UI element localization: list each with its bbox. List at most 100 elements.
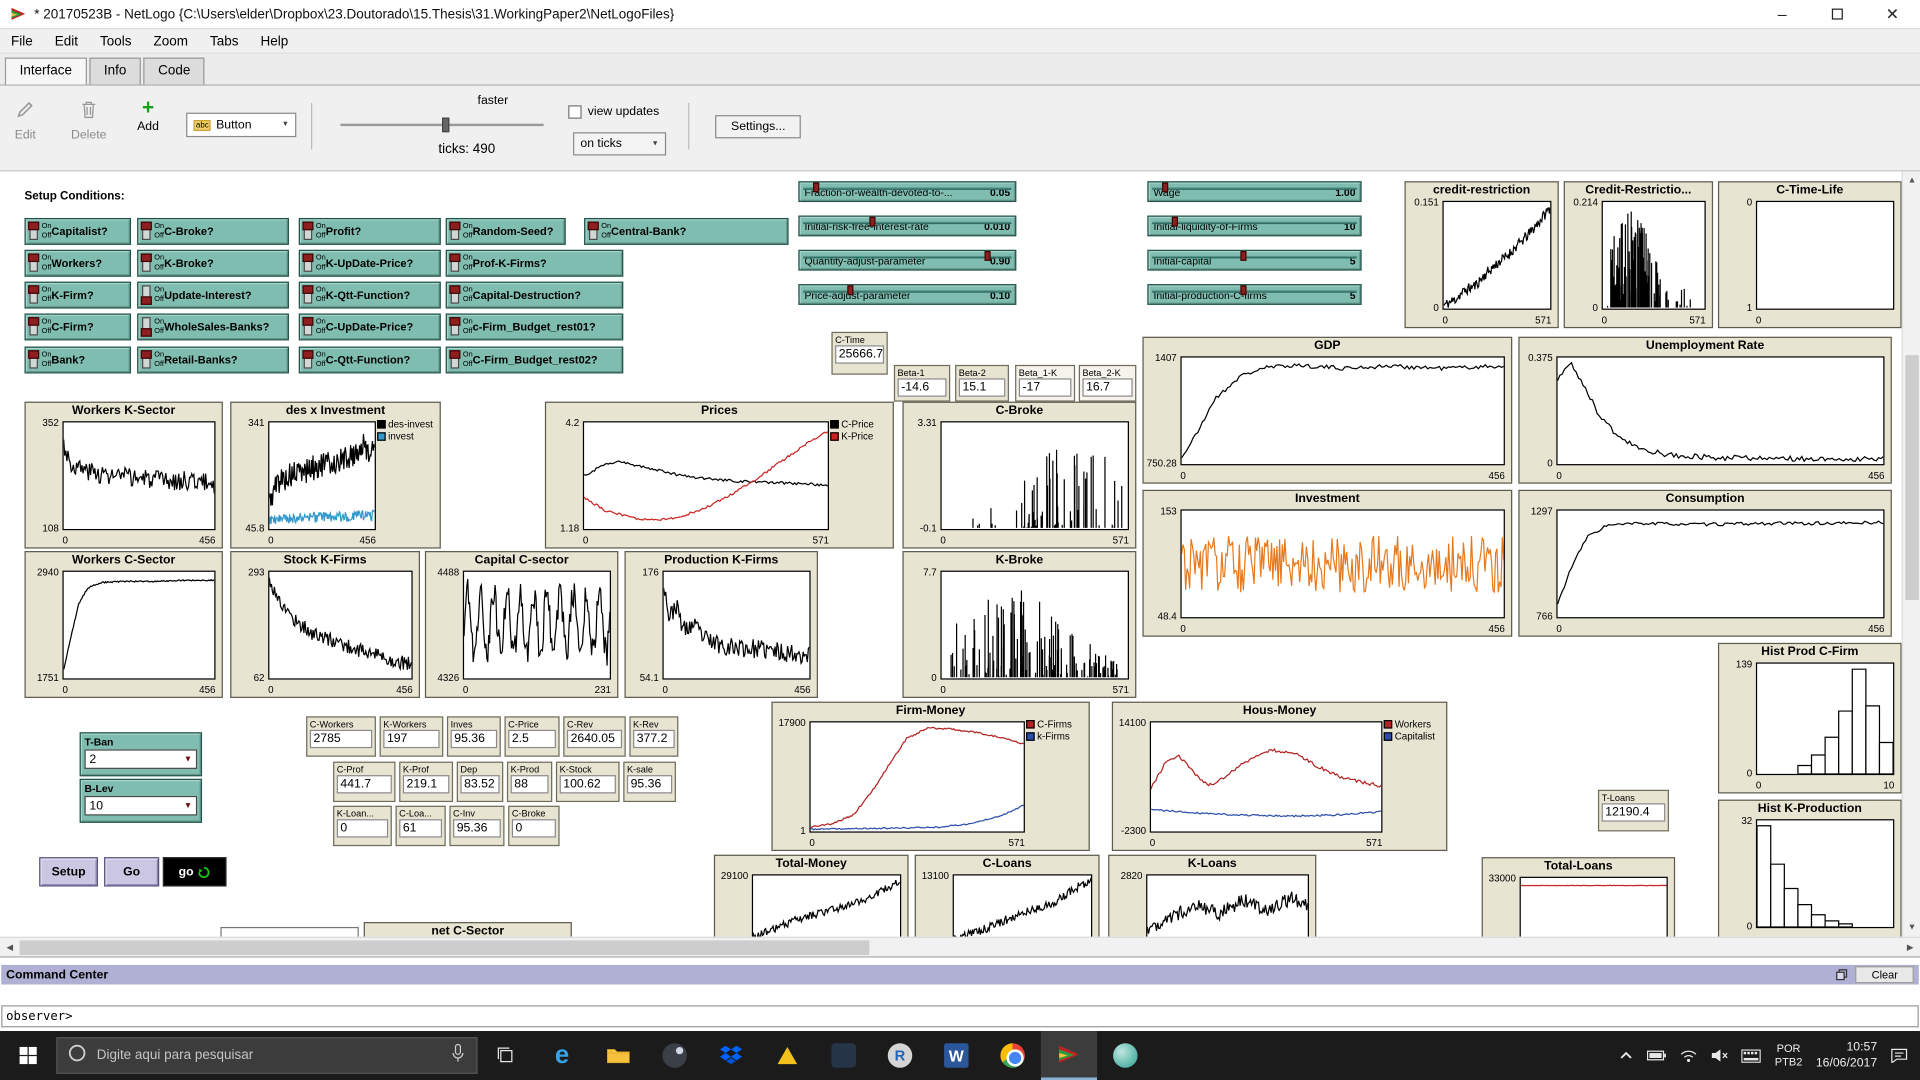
switch-toggle[interactable]: On Off bbox=[302, 316, 326, 338]
chrome-icon[interactable] bbox=[984, 1031, 1040, 1080]
switch-handle[interactable] bbox=[302, 221, 314, 231]
search-input[interactable] bbox=[96, 1048, 440, 1063]
slider-padj[interactable]: Price-adjust-parameter 0.10 bbox=[798, 284, 1017, 305]
switch-handle[interactable] bbox=[587, 221, 599, 231]
switch-profk[interactable]: On Off Prof-K-Firms? bbox=[445, 249, 624, 277]
slider-handle[interactable] bbox=[813, 182, 820, 193]
hidden-icons-chevron[interactable] bbox=[1619, 1048, 1634, 1063]
slider-wage[interactable]: Wage1.00 bbox=[1147, 181, 1362, 203]
switch-capdes[interactable]: On Off Capital-Destruction? bbox=[445, 281, 624, 309]
switch-cqtt[interactable]: On Off C-Qtt-Function? bbox=[298, 346, 441, 374]
menu-tabs[interactable]: Tabs bbox=[199, 31, 250, 51]
slider-handle[interactable] bbox=[1171, 216, 1179, 227]
switch-handle[interactable] bbox=[28, 285, 40, 294]
yellow-app-icon[interactable] bbox=[759, 1031, 815, 1080]
tab-code[interactable]: Code bbox=[143, 57, 206, 85]
menu-tools[interactable]: Tools bbox=[89, 31, 142, 51]
slider-handle[interactable] bbox=[1240, 285, 1248, 296]
language-indicator[interactable]: POR PTB2 bbox=[1775, 1042, 1803, 1070]
switch-handle[interactable] bbox=[449, 350, 461, 359]
switch-updint[interactable]: On Off Update-Interest? bbox=[137, 281, 289, 309]
switch-whole[interactable]: On Off WholeSales-Banks? bbox=[137, 313, 289, 341]
switch-handle[interactable] bbox=[302, 317, 314, 326]
switch-toggle[interactable]: On Off bbox=[449, 316, 473, 338]
switch-handle[interactable] bbox=[140, 253, 152, 263]
start-button[interactable] bbox=[0, 1031, 56, 1080]
slider-risk[interactable]: Initial-risk-free-interest-rate 0.010 bbox=[798, 215, 1017, 237]
close-button[interactable]: ✕ bbox=[1865, 0, 1920, 28]
switch-handle[interactable] bbox=[449, 317, 461, 326]
taskbar-search[interactable] bbox=[56, 1037, 478, 1074]
word-icon[interactable]: W bbox=[928, 1031, 984, 1080]
menu-edit[interactable]: Edit bbox=[44, 31, 89, 51]
maximize-button[interactable] bbox=[1810, 0, 1865, 28]
switch-kbroke[interactable]: On Off K-Broke? bbox=[137, 249, 289, 277]
switch-toggle[interactable]: On Off bbox=[302, 220, 326, 242]
switch-toggle[interactable]: On Off bbox=[140, 349, 164, 371]
export-icon[interactable] bbox=[1836, 969, 1848, 981]
clear-button[interactable]: Clear bbox=[1855, 966, 1914, 984]
button-gof[interactable]: go bbox=[162, 857, 227, 887]
switch-toggle[interactable]: On Off bbox=[302, 349, 326, 371]
switch-retail[interactable]: On Off Retail-Banks? bbox=[137, 346, 289, 374]
slider-handle[interactable] bbox=[1240, 251, 1248, 261]
switch-toggle[interactable]: On Off bbox=[449, 349, 473, 371]
button-go[interactable]: Go bbox=[104, 857, 160, 887]
switch-profit[interactable]: On Off Profit? bbox=[298, 217, 441, 245]
horizontal-scrollbar[interactable]: ◀ ▶ bbox=[0, 936, 1920, 958]
delete-tool-button[interactable]: Delete bbox=[71, 100, 106, 142]
switch-toggle[interactable]: On Off bbox=[140, 284, 164, 306]
dark-app-icon[interactable] bbox=[816, 1031, 872, 1080]
tab-interface[interactable]: Interface bbox=[4, 57, 87, 85]
menu-zoom[interactable]: Zoom bbox=[143, 31, 199, 51]
speed-slider[interactable] bbox=[340, 117, 544, 133]
switch-handle[interactable] bbox=[140, 296, 152, 305]
clock[interactable]: 10:57 16/06/2017 bbox=[1816, 1040, 1877, 1072]
menu-help[interactable]: Help bbox=[250, 31, 300, 51]
switch-rest02[interactable]: On Off C-Firm_Budget_rest02? bbox=[445, 346, 624, 374]
edit-tool-button[interactable]: Edit bbox=[15, 100, 36, 142]
netlogo-taskbar-icon[interactable] bbox=[1040, 1031, 1098, 1080]
button-setup[interactable]: Setup bbox=[39, 857, 98, 887]
keyboard-icon[interactable] bbox=[1741, 1048, 1762, 1063]
network-icon[interactable] bbox=[1681, 1049, 1698, 1062]
steam-icon[interactable] bbox=[647, 1031, 703, 1080]
switch-handle[interactable] bbox=[28, 350, 40, 359]
switch-rest01[interactable]: On Off c-Firm_Budget_rest01? bbox=[445, 313, 624, 341]
volume-muted-icon[interactable] bbox=[1711, 1048, 1729, 1063]
tab-info[interactable]: Info bbox=[89, 57, 142, 85]
switch-handle[interactable] bbox=[140, 221, 152, 231]
switch-handle[interactable] bbox=[449, 253, 461, 263]
switch-handle[interactable] bbox=[140, 350, 152, 359]
switch-handle[interactable] bbox=[28, 317, 40, 326]
scroll-down-arrow[interactable]: ▼ bbox=[1903, 918, 1920, 936]
scroll-right-arrow[interactable]: ▶ bbox=[1900, 938, 1920, 958]
switch-handle[interactable] bbox=[28, 221, 40, 231]
slider-handle[interactable] bbox=[847, 285, 854, 296]
chooser-value-box[interactable]: 2 ▼ bbox=[84, 749, 198, 769]
switch-capitalist[interactable]: On Off Capitalist? bbox=[24, 217, 132, 245]
switch-kfirm[interactable]: On Off K-Firm? bbox=[24, 281, 132, 309]
battery-icon[interactable] bbox=[1647, 1049, 1667, 1061]
microphone-icon[interactable] bbox=[449, 1043, 466, 1069]
speed-slider-handle[interactable] bbox=[442, 117, 450, 133]
switch-toggle[interactable]: On Off bbox=[28, 284, 51, 306]
switch-rseed[interactable]: On Off Random-Seed? bbox=[445, 217, 566, 245]
slider-qadj[interactable]: Quantity-adjust-parameter 0.90 bbox=[798, 249, 1017, 271]
vertical-scroll-thumb[interactable] bbox=[1905, 355, 1919, 601]
r-icon[interactable]: R bbox=[872, 1031, 928, 1080]
file-explorer-icon[interactable] bbox=[590, 1031, 646, 1080]
switch-toggle[interactable]: On Off bbox=[302, 284, 326, 306]
switch-toggle[interactable]: On Off bbox=[28, 252, 51, 274]
switch-toggle[interactable]: On Off bbox=[28, 349, 51, 371]
view-updates-checkbox[interactable] bbox=[568, 105, 582, 119]
switch-toggle[interactable]: On Off bbox=[449, 220, 473, 242]
command-input[interactable] bbox=[72, 1009, 1918, 1024]
task-view-icon[interactable] bbox=[478, 1031, 534, 1080]
switch-bank[interactable]: On Off Bank? bbox=[24, 346, 132, 374]
switch-toggle[interactable]: On Off bbox=[140, 252, 164, 274]
notifications-icon[interactable] bbox=[1891, 1048, 1908, 1063]
settings-button[interactable]: Settings... bbox=[715, 115, 802, 139]
add-tool-button[interactable]: + Add bbox=[137, 97, 159, 134]
slider-liq[interactable]: Initial-liquidity-of-Firms 10 bbox=[1147, 215, 1362, 237]
